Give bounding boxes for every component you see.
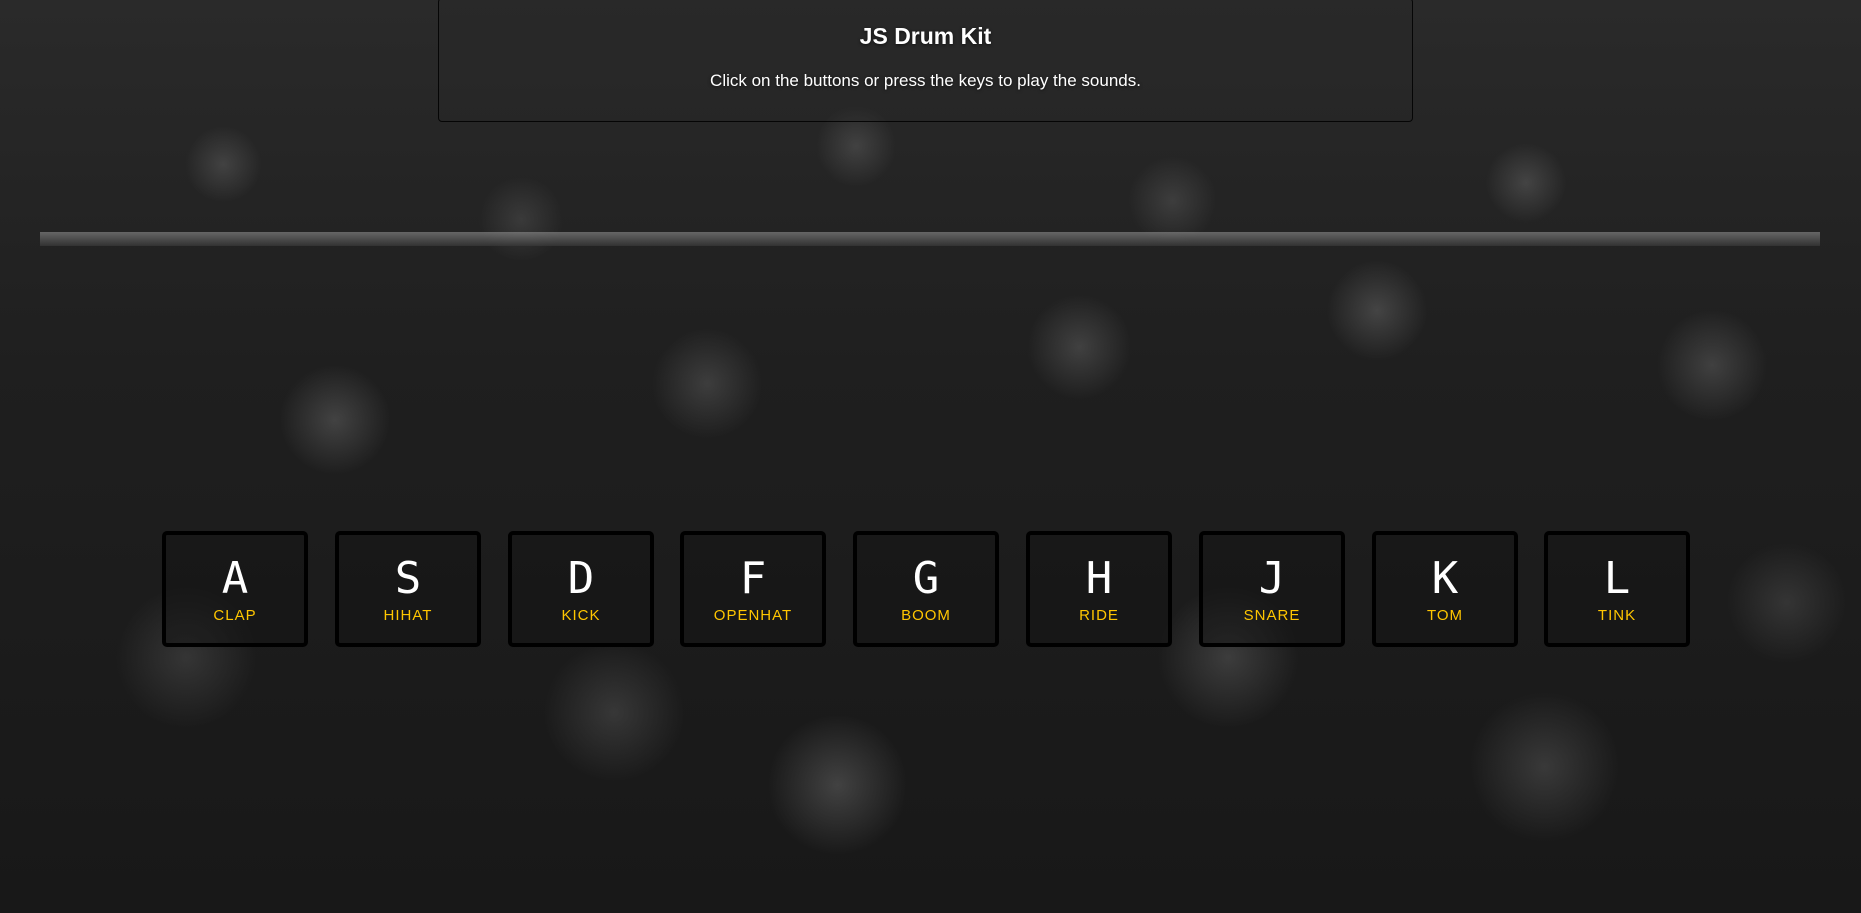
key-letter: A bbox=[221, 553, 249, 604]
sound-label: TOM bbox=[1426, 607, 1464, 624]
drum-key-l[interactable]: L TINK bbox=[1544, 531, 1690, 647]
key-letter: K bbox=[1431, 553, 1459, 604]
sound-label: TINK bbox=[1597, 607, 1637, 624]
background-railing bbox=[40, 232, 1820, 246]
drum-key-h[interactable]: H RIDE bbox=[1026, 531, 1172, 647]
key-letter: D bbox=[567, 553, 595, 604]
drum-key-d[interactable]: D KICK bbox=[508, 531, 654, 647]
key-letter: S bbox=[394, 553, 422, 604]
sound-label: OPENHAT bbox=[713, 607, 793, 624]
sound-label: HIHAT bbox=[383, 607, 433, 624]
sound-label: CLAP bbox=[213, 607, 257, 624]
key-letter: F bbox=[739, 553, 767, 604]
drum-key-g[interactable]: G BOOM bbox=[853, 531, 999, 647]
key-letter: G bbox=[912, 553, 940, 604]
key-letter: H bbox=[1085, 553, 1113, 604]
drum-key-j[interactable]: J SNARE bbox=[1199, 531, 1345, 647]
sound-label: SNARE bbox=[1243, 607, 1301, 624]
page-title: JS Drum Kit bbox=[859, 23, 992, 49]
instructions-text: Click on the buttons or press the keys t… bbox=[710, 71, 1141, 90]
crowd-background-image bbox=[0, 0, 1861, 913]
drum-key-f[interactable]: F OPENHAT bbox=[680, 531, 826, 647]
drum-key-k[interactable]: K TOM bbox=[1372, 531, 1518, 647]
key-letter: L bbox=[1603, 553, 1631, 604]
sound-label: RIDE bbox=[1079, 607, 1119, 624]
sound-label: KICK bbox=[561, 607, 601, 624]
key-letter: J bbox=[1258, 553, 1286, 604]
drum-key-s[interactable]: S HIHAT bbox=[335, 531, 481, 647]
sound-label: BOOM bbox=[901, 607, 951, 624]
drum-keys-row: A CLAP S HIHAT D KICK F OPENHAT G BOOM H… bbox=[162, 531, 1692, 647]
drum-key-a[interactable]: A CLAP bbox=[162, 531, 308, 647]
header-panel: JS Drum Kit Click on the buttons or pres… bbox=[438, 0, 1413, 122]
